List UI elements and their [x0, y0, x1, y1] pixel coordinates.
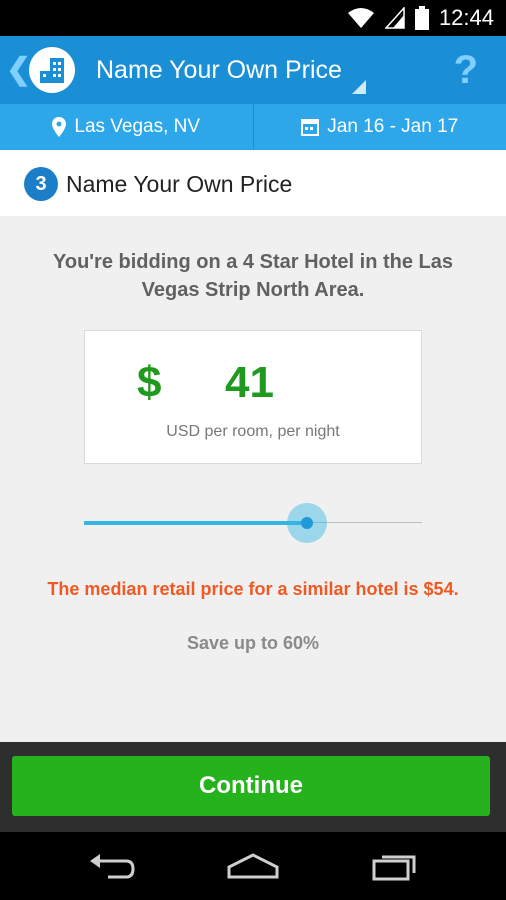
screen-title[interactable]: Name Your Own Price — [96, 54, 342, 86]
status-bar: 12:44 — [0, 0, 506, 36]
help-button[interactable]: ? — [454, 48, 478, 92]
step-number-badge: 3 — [24, 167, 58, 201]
step-header: 3 Name Your Own Price — [0, 150, 506, 216]
wifi-icon — [347, 8, 374, 28]
price-caption: USD per room, per night — [166, 423, 340, 440]
back-button[interactable] — [76, 841, 146, 891]
location-pin-icon — [52, 117, 67, 137]
cell-signal-icon — [384, 7, 405, 29]
home-icon — [227, 853, 279, 879]
dates-cell[interactable]: Jan 16 - Jan 17 — [254, 104, 506, 150]
dates-label: Jan 16 - Jan 17 — [327, 116, 459, 137]
continue-button[interactable]: Continue — [12, 756, 490, 816]
currency-symbol: $ — [137, 358, 162, 407]
system-nav-bar — [0, 832, 506, 900]
home-button[interactable] — [218, 841, 288, 891]
calendar-icon — [301, 119, 320, 136]
back-arrow-icon — [90, 854, 135, 879]
bid-description: You're bidding on a 4 Star Hotel in the … — [53, 251, 453, 301]
action-bar: ❮ Name Your Own Price ? — [0, 36, 506, 104]
slider-thumb[interactable] — [301, 517, 313, 529]
location-label: Las Vegas, NV — [74, 116, 201, 137]
footer-bar: Continue — [0, 742, 506, 832]
recent-apps-button[interactable] — [360, 841, 430, 891]
hotel-building-icon — [40, 58, 64, 83]
savings-text: Save up to 60% — [186, 633, 320, 653]
battery-icon — [414, 6, 429, 30]
search-summary-bar: Las Vegas, NV Jan 16 - Jan 17 — [0, 104, 506, 150]
back-chevron-icon[interactable]: ❮ — [6, 52, 31, 88]
clock: 12:44 — [438, 5, 494, 30]
price-display: $ 41 USD per room, per night — [84, 330, 422, 464]
median-price-text: The median retail price for a similar ho… — [47, 579, 459, 599]
location-cell[interactable]: Las Vegas, NV — [0, 104, 253, 150]
app-logo[interactable] — [29, 47, 75, 93]
slider-fill — [84, 521, 307, 525]
price-slider[interactable] — [84, 502, 422, 544]
step-title: Name Your Own Price — [66, 171, 293, 197]
recent-apps-icon — [372, 855, 416, 881]
dropdown-caret-icon[interactable] — [352, 80, 366, 94]
bid-amount: 41 — [225, 358, 274, 407]
